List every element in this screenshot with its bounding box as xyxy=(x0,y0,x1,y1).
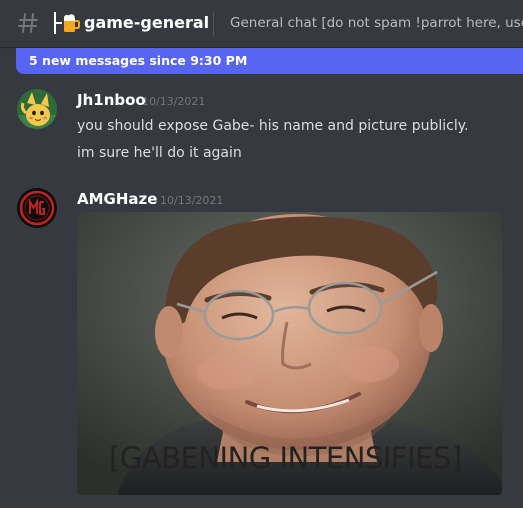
author-name[interactable]: Jh1nboo xyxy=(77,90,146,110)
chat-window: game-general General chat [do not spam !… xyxy=(0,0,523,508)
amg-logo-avatar xyxy=(17,188,57,228)
new-messages-label: 5 new messages since 9:30 PM xyxy=(29,53,248,68)
image-attachment[interactable]: [GABENING INTENSIFIES] xyxy=(77,212,502,495)
channel-name[interactable]: game-general xyxy=(84,12,209,34)
channel-header: game-general General chat [do not spam !… xyxy=(0,0,523,47)
avatar[interactable] xyxy=(17,89,57,129)
message-timestamp[interactable]: 10/13/2021 xyxy=(160,193,223,209)
beer-mug-icon xyxy=(64,14,80,32)
yellow-cartoon-avatar xyxy=(17,89,57,129)
image-caption: [GABENING INTENSIFIES] xyxy=(109,441,462,475)
author-name[interactable]: AMGHaze xyxy=(77,189,157,209)
hash-icon xyxy=(18,13,38,33)
avatar[interactable] xyxy=(17,188,57,228)
message-text: im sure he'll do it again xyxy=(77,145,242,161)
channel-topic[interactable]: General chat [do not spam !parrot here, … xyxy=(230,13,523,33)
message-text: you should expose Gabe- his name and pic… xyxy=(77,118,469,134)
message-timestamp[interactable]: 10/13/2021 xyxy=(142,94,205,110)
header-divider xyxy=(213,12,214,36)
new-messages-bar[interactable]: 5 new messages since 9:30 PM xyxy=(16,48,523,74)
